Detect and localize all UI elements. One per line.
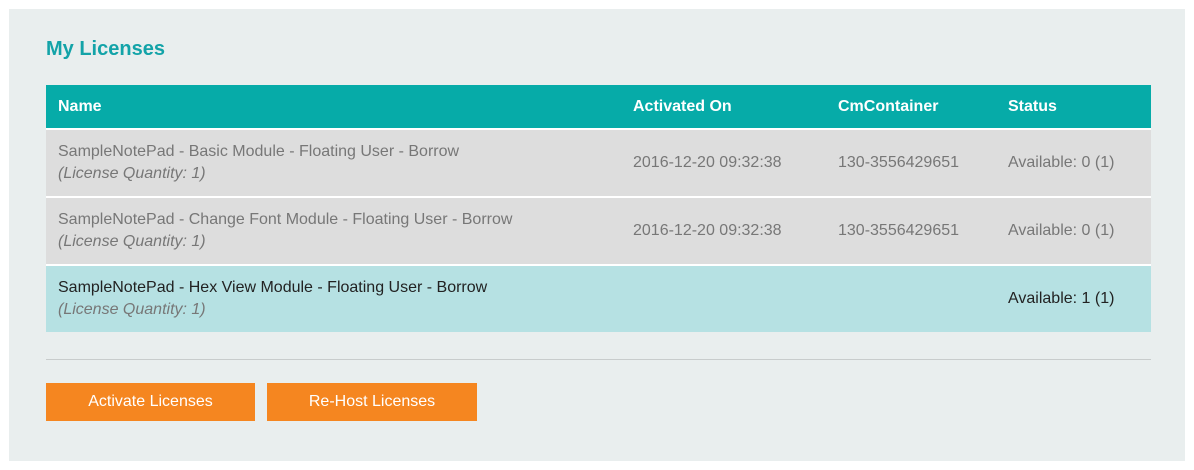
rehost-licenses-button[interactable]: Re-Host Licenses: [267, 383, 477, 421]
licenses-table: Name Activated On CmContainer Status Sam…: [46, 85, 1151, 332]
license-quantity: (License Quantity: 1): [58, 233, 206, 250]
header-status: Status: [1008, 98, 1057, 115]
table-row-selected[interactable]: SampleNotePad - Hex View Module - Floati…: [46, 264, 1151, 332]
cmcontainer-value: 130-3556429651: [838, 154, 960, 171]
divider: [46, 359, 1151, 360]
license-name-cell: SampleNotePad - Basic Module - Floating …: [58, 141, 459, 185]
header-name: Name: [58, 98, 102, 115]
activated-on-value: 2016-12-20 09:32:38: [633, 222, 782, 239]
activated-on-value: 2016-12-20 09:32:38: [633, 154, 782, 171]
table-row[interactable]: SampleNotePad - Basic Module - Floating …: [46, 128, 1151, 196]
status-value: Available: 0 (1): [1008, 222, 1115, 239]
cmcontainer-value: 130-3556429651: [838, 222, 960, 239]
table-header: Name Activated On CmContainer Status: [46, 85, 1151, 128]
header-cmcontainer: CmContainer: [838, 98, 939, 115]
status-value: Available: 1 (1): [1008, 290, 1115, 307]
license-name-cell: SampleNotePad - Hex View Module - Floati…: [58, 277, 487, 321]
license-name: SampleNotePad - Hex View Module - Floati…: [58, 279, 488, 296]
activate-licenses-button[interactable]: Activate Licenses: [46, 383, 255, 421]
license-quantity: (License Quantity: 1): [58, 301, 206, 318]
license-quantity: (License Quantity: 1): [58, 165, 206, 182]
status-value: Available: 0 (1): [1008, 154, 1115, 171]
page-title: My Licenses: [46, 38, 165, 60]
header-activated-on: Activated On: [633, 98, 732, 115]
license-name-cell: SampleNotePad - Change Font Module - Flo…: [58, 209, 512, 253]
license-name: SampleNotePad - Basic Module - Floating …: [58, 143, 460, 160]
license-name: SampleNotePad - Change Font Module - Flo…: [58, 211, 513, 228]
table-row[interactable]: SampleNotePad - Change Font Module - Flo…: [46, 196, 1151, 264]
